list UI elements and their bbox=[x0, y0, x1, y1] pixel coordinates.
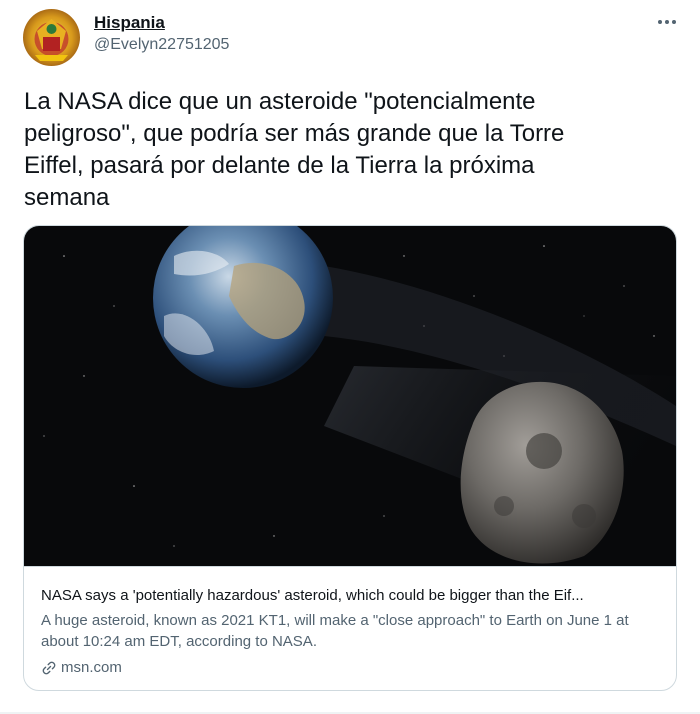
author-handle[interactable]: @Evelyn22751205 bbox=[94, 36, 229, 54]
link-card[interactable]: NASA says a 'potentially hazardous' aste… bbox=[23, 225, 677, 691]
tweet-text: La NASA dice que un asteroide "potencial… bbox=[24, 88, 565, 211]
ellipsis-icon[interactable] bbox=[654, 12, 680, 32]
card-domain[interactable]: msn.com bbox=[41, 658, 122, 678]
tweet[interactable]: Hispania @Evelyn22751205 La NASA dice qu… bbox=[0, 0, 700, 714]
card-divider bbox=[24, 566, 676, 567]
avatar[interactable] bbox=[23, 9, 80, 66]
link-icon bbox=[41, 660, 61, 676]
author-name[interactable]: Hispania bbox=[94, 13, 165, 33]
card-description: A huge asteroid, known as 2021 KT1, will… bbox=[41, 612, 629, 650]
card-title[interactable]: NASA says a 'potentially hazardous' aste… bbox=[41, 586, 666, 606]
card-domain-label: msn.com bbox=[61, 659, 122, 676]
card-image bbox=[24, 226, 676, 566]
